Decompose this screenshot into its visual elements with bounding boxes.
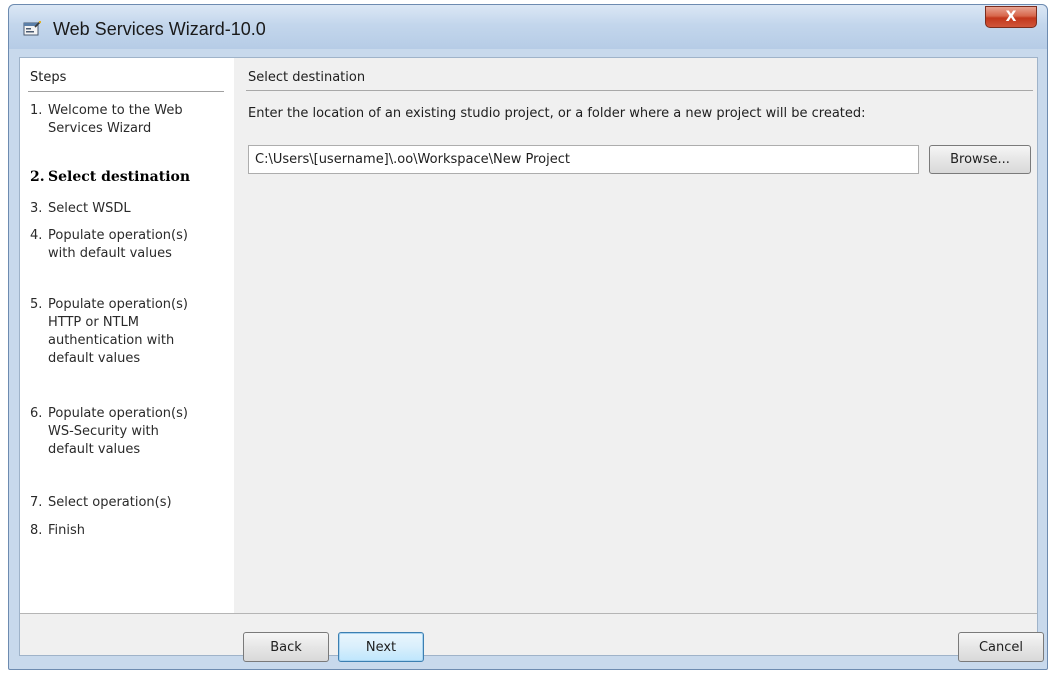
step-item-populate-default: 4. Populate operation(s) with default val…	[30, 227, 188, 263]
wizard-app-icon	[23, 20, 42, 37]
step-item-populate-http-ntlm: 5. Populate operation(s) HTTP or NTLM aut…	[30, 296, 188, 368]
wizard-client-area: Steps 1. Welcome to the Web Services Wiza…	[19, 57, 1044, 662]
step-label: Populate operation(s) with default value…	[48, 228, 188, 261]
step-number: 4.	[30, 228, 43, 243]
step-label: Select WSDL	[48, 201, 131, 216]
wizard-window: Web Services Wizard-10.0 X Steps 1. Welco…	[8, 4, 1048, 670]
step-label: Populate operation(s) HTTP or NTLM authe…	[48, 297, 188, 366]
step-number: 3.	[30, 201, 43, 216]
step-label: Populate operation(s) WS-Security with d…	[48, 406, 188, 457]
browse-button[interactable]: Browse...	[929, 145, 1031, 174]
title-bar[interactable]: Web Services Wizard-10.0 X	[9, 5, 1047, 49]
cancel-button-label: Cancel	[978, 639, 1024, 655]
destination-path-input[interactable]	[248, 145, 919, 174]
back-button[interactable]: Back	[243, 632, 329, 662]
step-item-select-operations: 7. Select operation(s)	[30, 494, 172, 512]
step-number: 8.	[30, 523, 43, 538]
browse-button-label: Browse...	[950, 152, 1010, 167]
window-title: Web Services Wizard-10.0	[53, 19, 266, 39]
step-item-welcome: 1. Welcome to the Web Services Wizard	[30, 102, 183, 138]
steps-pane: Steps 1. Welcome to the Web Services Wiza…	[20, 58, 234, 613]
next-button-label: Next	[365, 639, 397, 655]
section-divider	[246, 90, 1033, 91]
section-title: Select destination	[248, 70, 366, 85]
next-button[interactable]: Next	[338, 632, 424, 662]
step-label: Select destination	[48, 169, 191, 185]
step-item-select-wsdl: 3. Select WSDL	[30, 200, 131, 218]
footer-divider	[20, 613, 1037, 614]
steps-divider	[28, 91, 224, 92]
steps-header: Steps	[30, 70, 67, 85]
content-pane: Select destination Enter the location of…	[234, 58, 1037, 613]
instruction-text: Enter the location of an existing studio…	[248, 106, 866, 121]
cancel-button[interactable]: Cancel	[958, 632, 1044, 662]
step-item-finish: 8. Finish	[30, 522, 85, 540]
footer-bar	[20, 614, 1037, 655]
close-button[interactable]: X	[985, 6, 1037, 28]
step-number: 5.	[30, 297, 43, 312]
step-label: Welcome to the Web Services Wizard	[48, 103, 183, 136]
step-label: Select operation(s)	[48, 495, 172, 510]
step-label: Finish	[48, 523, 86, 538]
step-number: 1.	[30, 103, 43, 118]
step-number: 2.	[30, 169, 45, 185]
back-button-label: Back	[270, 639, 302, 655]
step-number: 7.	[30, 495, 43, 510]
close-icon: X	[1005, 9, 1017, 25]
step-number: 6.	[30, 406, 43, 421]
step-item-select-destination: 2. Select destination	[30, 168, 190, 186]
step-item-populate-ws-security: 6. Populate operation(s) WS-Security with…	[30, 405, 188, 459]
